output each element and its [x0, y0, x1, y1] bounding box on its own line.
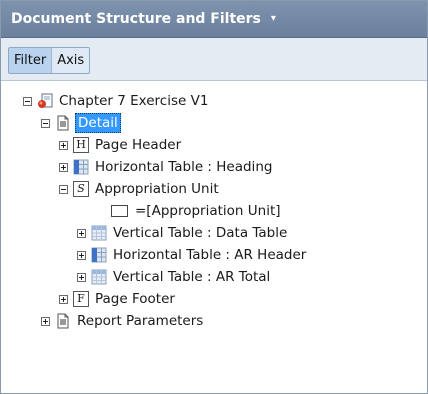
tree-item-page-footer[interactable]: F Page Footer — [59, 288, 177, 310]
tab-filter[interactable]: Filter — [9, 48, 52, 73]
tree-item-label: =[Appropriation Unit] — [135, 203, 281, 219]
expand-icon[interactable] — [41, 316, 50, 326]
horizontal-table-icon — [91, 247, 107, 263]
tree-item-horizontal-table-ar-header[interactable]: Horizontal Table : AR Header — [77, 244, 308, 266]
document-page-icon — [57, 313, 69, 329]
collapse-icon[interactable] — [41, 118, 50, 128]
tree-item-horizontal-table-heading[interactable]: Horizontal Table : Heading — [59, 156, 274, 178]
tree-item-label: Report Parameters — [77, 313, 204, 329]
panel-header[interactable]: Document Structure and Filters ▾ — [1, 1, 427, 38]
vertical-table-icon — [91, 269, 107, 285]
tab-axis[interactable]: Axis — [51, 48, 89, 73]
tree-item-label: Page Header — [95, 137, 182, 153]
expand-icon[interactable] — [77, 228, 86, 238]
expand-icon[interactable] — [77, 272, 86, 282]
cell-icon — [111, 205, 128, 217]
tree-item-cell[interactable]: =[Appropriation Unit] — [111, 200, 283, 222]
tree-item-detail[interactable]: Detail — [41, 112, 121, 134]
structure-tree: Chapter 7 Exercise V1 Detail H Page Head… — [1, 80, 427, 393]
document-structure-panel: Document Structure and Filters ▾ Filter … — [0, 0, 428, 394]
vertical-table-icon — [91, 225, 107, 241]
horizontal-table-icon — [73, 159, 89, 175]
collapse-icon[interactable] — [59, 184, 68, 194]
tree-item-label: Vertical Table : Data Table — [113, 225, 288, 241]
tree-item-label: Appropriation Unit — [95, 181, 219, 197]
tab-bar: Filter Axis — [1, 38, 427, 81]
tree-item-label: Detail — [75, 113, 121, 133]
chevron-down-icon[interactable]: ▾ — [271, 14, 276, 24]
tree-item-label: Chapter 7 Exercise V1 — [59, 93, 209, 109]
document-page-icon — [57, 115, 69, 131]
tree-item-report-parameters[interactable]: Report Parameters — [41, 310, 205, 332]
page-footer-icon: F — [73, 291, 89, 307]
tree-item-label: Horizontal Table : AR Header — [113, 247, 307, 263]
tree-item-report[interactable]: Chapter 7 Exercise V1 — [23, 90, 210, 112]
expand-icon[interactable] — [59, 162, 68, 172]
collapse-icon[interactable] — [23, 96, 32, 106]
tree-item-label: Vertical Table : AR Total — [113, 269, 271, 285]
tree-item-page-header[interactable]: H Page Header — [59, 134, 183, 156]
tree-item-label: Horizontal Table : Heading — [95, 159, 273, 175]
tree-item-appropriation-unit[interactable]: S Appropriation Unit — [59, 178, 221, 200]
expand-icon[interactable] — [59, 140, 68, 150]
tree-item-vertical-table-ar-total[interactable]: Vertical Table : AR Total — [77, 266, 272, 288]
tab-group: Filter Axis — [8, 47, 91, 74]
report-document-icon — [38, 93, 53, 108]
expand-icon[interactable] — [59, 294, 68, 304]
panel-title: Document Structure and Filters — [11, 11, 261, 27]
page-header-icon: H — [73, 137, 89, 153]
section-icon: S — [73, 181, 89, 197]
expand-icon[interactable] — [77, 250, 86, 260]
tree-item-vertical-table-data[interactable]: Vertical Table : Data Table — [77, 222, 289, 244]
tree-item-label: Page Footer — [95, 291, 175, 307]
